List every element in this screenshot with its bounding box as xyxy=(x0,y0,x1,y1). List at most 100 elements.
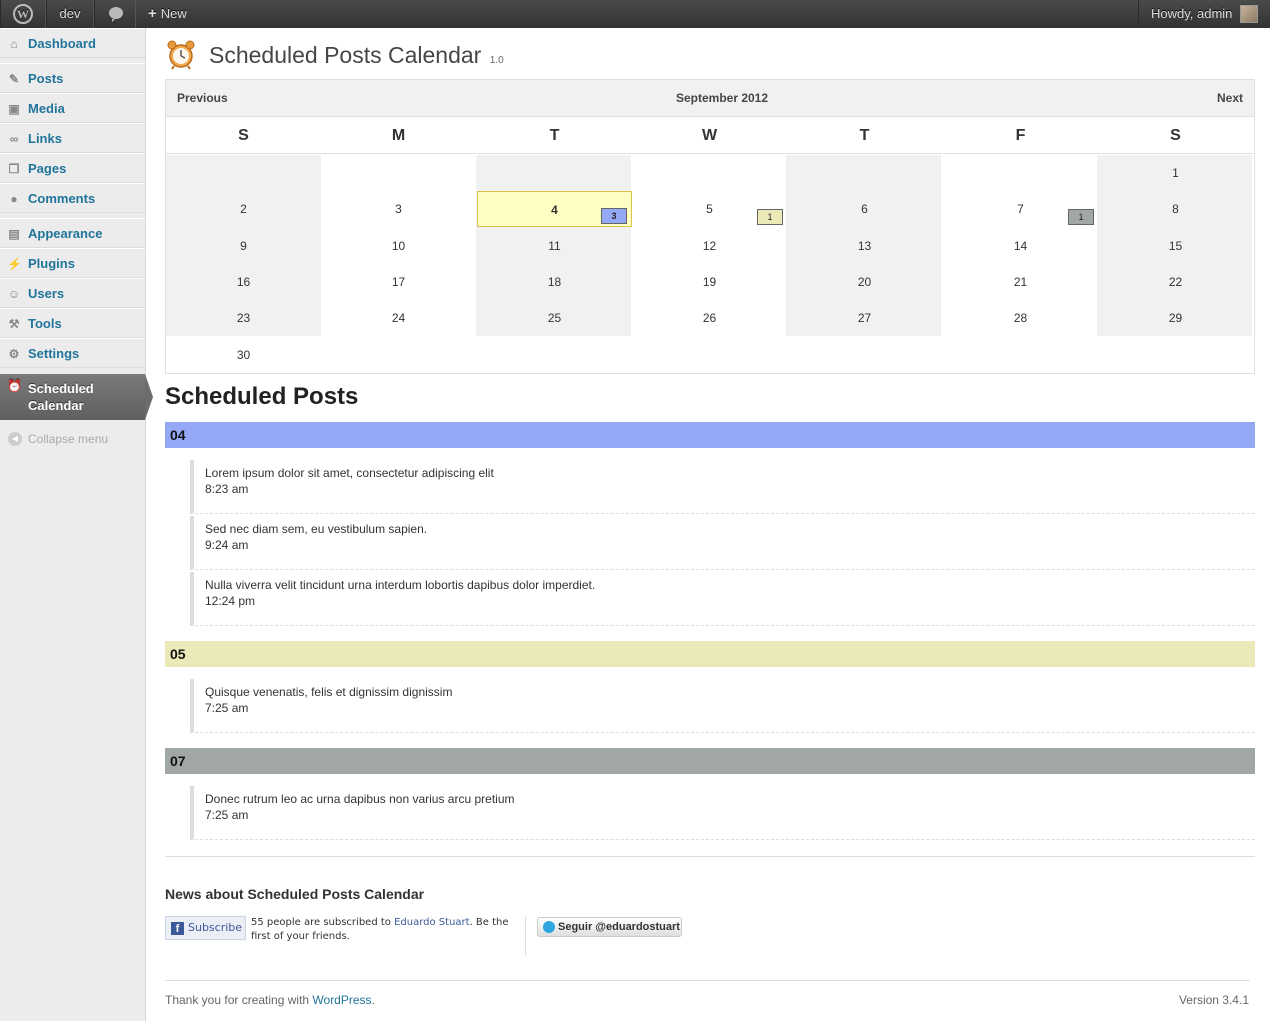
sidebar-item-settings[interactable]: ⚙ Settings xyxy=(0,338,145,368)
calendar-day[interactable]: 22 xyxy=(1098,264,1253,300)
sidebar-item-users[interactable]: ☺ Users xyxy=(0,278,145,308)
comment-icon: ● xyxy=(10,192,18,206)
scheduled-post-item[interactable]: Nulla viverra velit tincidunt urna inter… xyxy=(190,572,1255,626)
calendar-day[interactable]: 2 xyxy=(166,191,321,227)
scheduled-post-item[interactable]: Lorem ipsum dolor sit amet, consectetur … xyxy=(190,460,1255,514)
sidebar-item-label: Appearance xyxy=(28,226,103,241)
alarm-clock-icon: ⏰ xyxy=(7,379,22,393)
calendar-day[interactable]: 9 xyxy=(166,228,321,264)
wordpress-link[interactable]: WordPress xyxy=(312,993,371,1007)
sidebar-item-label: Media xyxy=(28,101,65,116)
post-count-badge[interactable]: 1 xyxy=(1068,209,1094,226)
comments-link[interactable] xyxy=(94,0,136,28)
calendar-day[interactable]: 25 xyxy=(477,300,632,336)
news-heading: News about Scheduled Posts Calendar xyxy=(165,886,425,902)
site-name-link[interactable]: dev xyxy=(46,0,94,28)
weekday-header: W xyxy=(632,118,787,154)
calendar-day[interactable]: 15 xyxy=(1098,228,1253,264)
calendar-day[interactable]: 14 xyxy=(943,228,1098,264)
avatar xyxy=(1240,5,1258,23)
calendar-day[interactable]: 24 xyxy=(321,300,476,336)
calendar-day[interactable]: 8 xyxy=(1098,191,1253,227)
scheduled-post-item[interactable]: Sed nec diam sem, eu vestibulum sapien. 9… xyxy=(190,516,1255,570)
my-account-menu[interactable]: Howdy, admin xyxy=(1138,0,1270,28)
footer-thanks: Thank you for creating with WordPress. xyxy=(165,993,375,1007)
sidebar-item-posts[interactable]: ✎ Posts xyxy=(0,63,145,93)
collapse-label: Collapse menu xyxy=(28,432,109,446)
day-group-header: 05 xyxy=(165,641,1255,667)
next-month-link[interactable]: Next xyxy=(1217,91,1243,105)
calendar-day[interactable]: 3 xyxy=(321,191,476,227)
admin-bar: W dev + New Howdy, admin xyxy=(0,0,1270,28)
sidebar-item-label: Comments xyxy=(28,191,96,206)
weekday-header: T xyxy=(477,118,632,154)
calendar-day[interactable]: 26 xyxy=(632,300,787,336)
sidebar-item-links[interactable]: ∞ Links xyxy=(0,123,145,153)
footer-thanks-text: Thank you for creating with xyxy=(165,993,313,1007)
calendar-day[interactable]: 21 xyxy=(943,264,1098,300)
wordpress-logo-menu[interactable]: W xyxy=(0,0,46,28)
calendar-day[interactable]: 1 xyxy=(1098,155,1253,191)
calendar-month-title: September 2012 xyxy=(675,91,769,105)
sidebar-item-label: Dashboard xyxy=(28,36,96,51)
weekday-header: S xyxy=(1098,118,1253,154)
calendar-day[interactable]: 30 xyxy=(166,337,321,373)
calendar-day[interactable]: 19 xyxy=(632,264,787,300)
calendar-day[interactable]: 28 xyxy=(943,300,1098,336)
sidebar-item-label: Users xyxy=(28,286,65,301)
post-count-badge[interactable]: 1 xyxy=(757,209,783,226)
scheduled-post-item[interactable]: Quisque venenatis, felis et dignissim di… xyxy=(190,679,1255,733)
sidebar-item-comments[interactable]: ● Comments xyxy=(0,183,145,213)
calendar-day[interactable]: 13 xyxy=(787,228,942,264)
post-time: 7:25 am xyxy=(205,808,249,822)
calendar-day[interactable]: 29 xyxy=(1098,300,1253,336)
sidebar-item-label: Plugins xyxy=(28,256,75,271)
day-group-header: 04 xyxy=(165,422,1255,448)
post-title: Quisque venenatis, felis et dignissim di… xyxy=(205,685,453,699)
scheduled-post-item[interactable]: Donec rutrum leo ac urna dapibus non var… xyxy=(190,786,1255,840)
wordpress-logo-icon: W xyxy=(13,4,33,24)
calendar-day[interactable]: 27 xyxy=(787,300,942,336)
divider xyxy=(165,856,1255,857)
sidebar-item-tools[interactable]: ⚒ Tools xyxy=(0,308,145,338)
new-content-menu[interactable]: + New xyxy=(140,0,187,28)
admin-sidebar: ⌂ Dashboard ✎ Posts ▣ Media ∞ Links ❐ Pages ●… xyxy=(0,28,153,1021)
sidebar-item-scheduled-calendar[interactable]: ⏰ Scheduled Calendar xyxy=(0,374,153,420)
calendar-day[interactable]: 16 xyxy=(166,264,321,300)
day-group-header: 07 xyxy=(165,748,1255,774)
calendar-day[interactable]: 11 xyxy=(477,228,632,264)
author-link[interactable]: Eduardo Stuart xyxy=(394,917,469,928)
sidebar-item-label-line1: Scheduled xyxy=(28,381,94,396)
calendar-day[interactable]: 18 xyxy=(477,264,632,300)
calendar-day[interactable]: 20 xyxy=(787,264,942,300)
sidebar-item-media[interactable]: ▣ Media xyxy=(0,93,145,123)
post-time: 8:23 am xyxy=(205,482,249,496)
users-icon: ☺ xyxy=(7,287,21,301)
post-time: 9:24 am xyxy=(205,538,249,552)
footer-version: Version 3.4.1 xyxy=(1178,993,1249,1007)
settings-icon: ⚙ xyxy=(8,347,20,361)
calendar-nav: Previous September 2012 Next xyxy=(166,80,1254,117)
twitter-follow-button[interactable]: Seguir @eduardostuart xyxy=(537,917,682,937)
sidebar-item-label: Links xyxy=(28,131,62,146)
post-title: Sed nec diam sem, eu vestibulum sapien. xyxy=(205,522,428,536)
collapse-menu-button[interactable]: ◀ Collapse menu xyxy=(0,429,145,449)
sidebar-item-appearance[interactable]: ▤ Appearance xyxy=(0,218,145,248)
weekday-header: T xyxy=(787,118,942,154)
tools-icon: ⚒ xyxy=(8,317,20,331)
post-count-badge[interactable]: 3 xyxy=(601,208,627,225)
calendar-day[interactable]: 6 xyxy=(787,191,942,227)
pin-icon: ✎ xyxy=(8,72,20,86)
sidebar-item-dashboard[interactable]: ⌂ Dashboard xyxy=(0,28,145,58)
sidebar-item-pages[interactable]: ❐ Pages xyxy=(0,153,145,183)
facebook-subscribe-button[interactable]: f Subscribe xyxy=(165,916,246,940)
follow-label: Seguir @eduardostuart xyxy=(558,921,680,933)
dashboard-icon: ⌂ xyxy=(10,37,18,51)
calendar-day[interactable]: 10 xyxy=(321,228,476,264)
sidebar-item-plugins[interactable]: ⚡ Plugins xyxy=(0,248,145,278)
facebook-icon: f xyxy=(171,922,184,935)
calendar-day[interactable]: 23 xyxy=(166,300,321,336)
calendar-day[interactable]: 17 xyxy=(321,264,476,300)
calendar-day[interactable]: 12 xyxy=(632,228,787,264)
post-title: Lorem ipsum dolor sit amet, consectetur … xyxy=(205,466,494,480)
